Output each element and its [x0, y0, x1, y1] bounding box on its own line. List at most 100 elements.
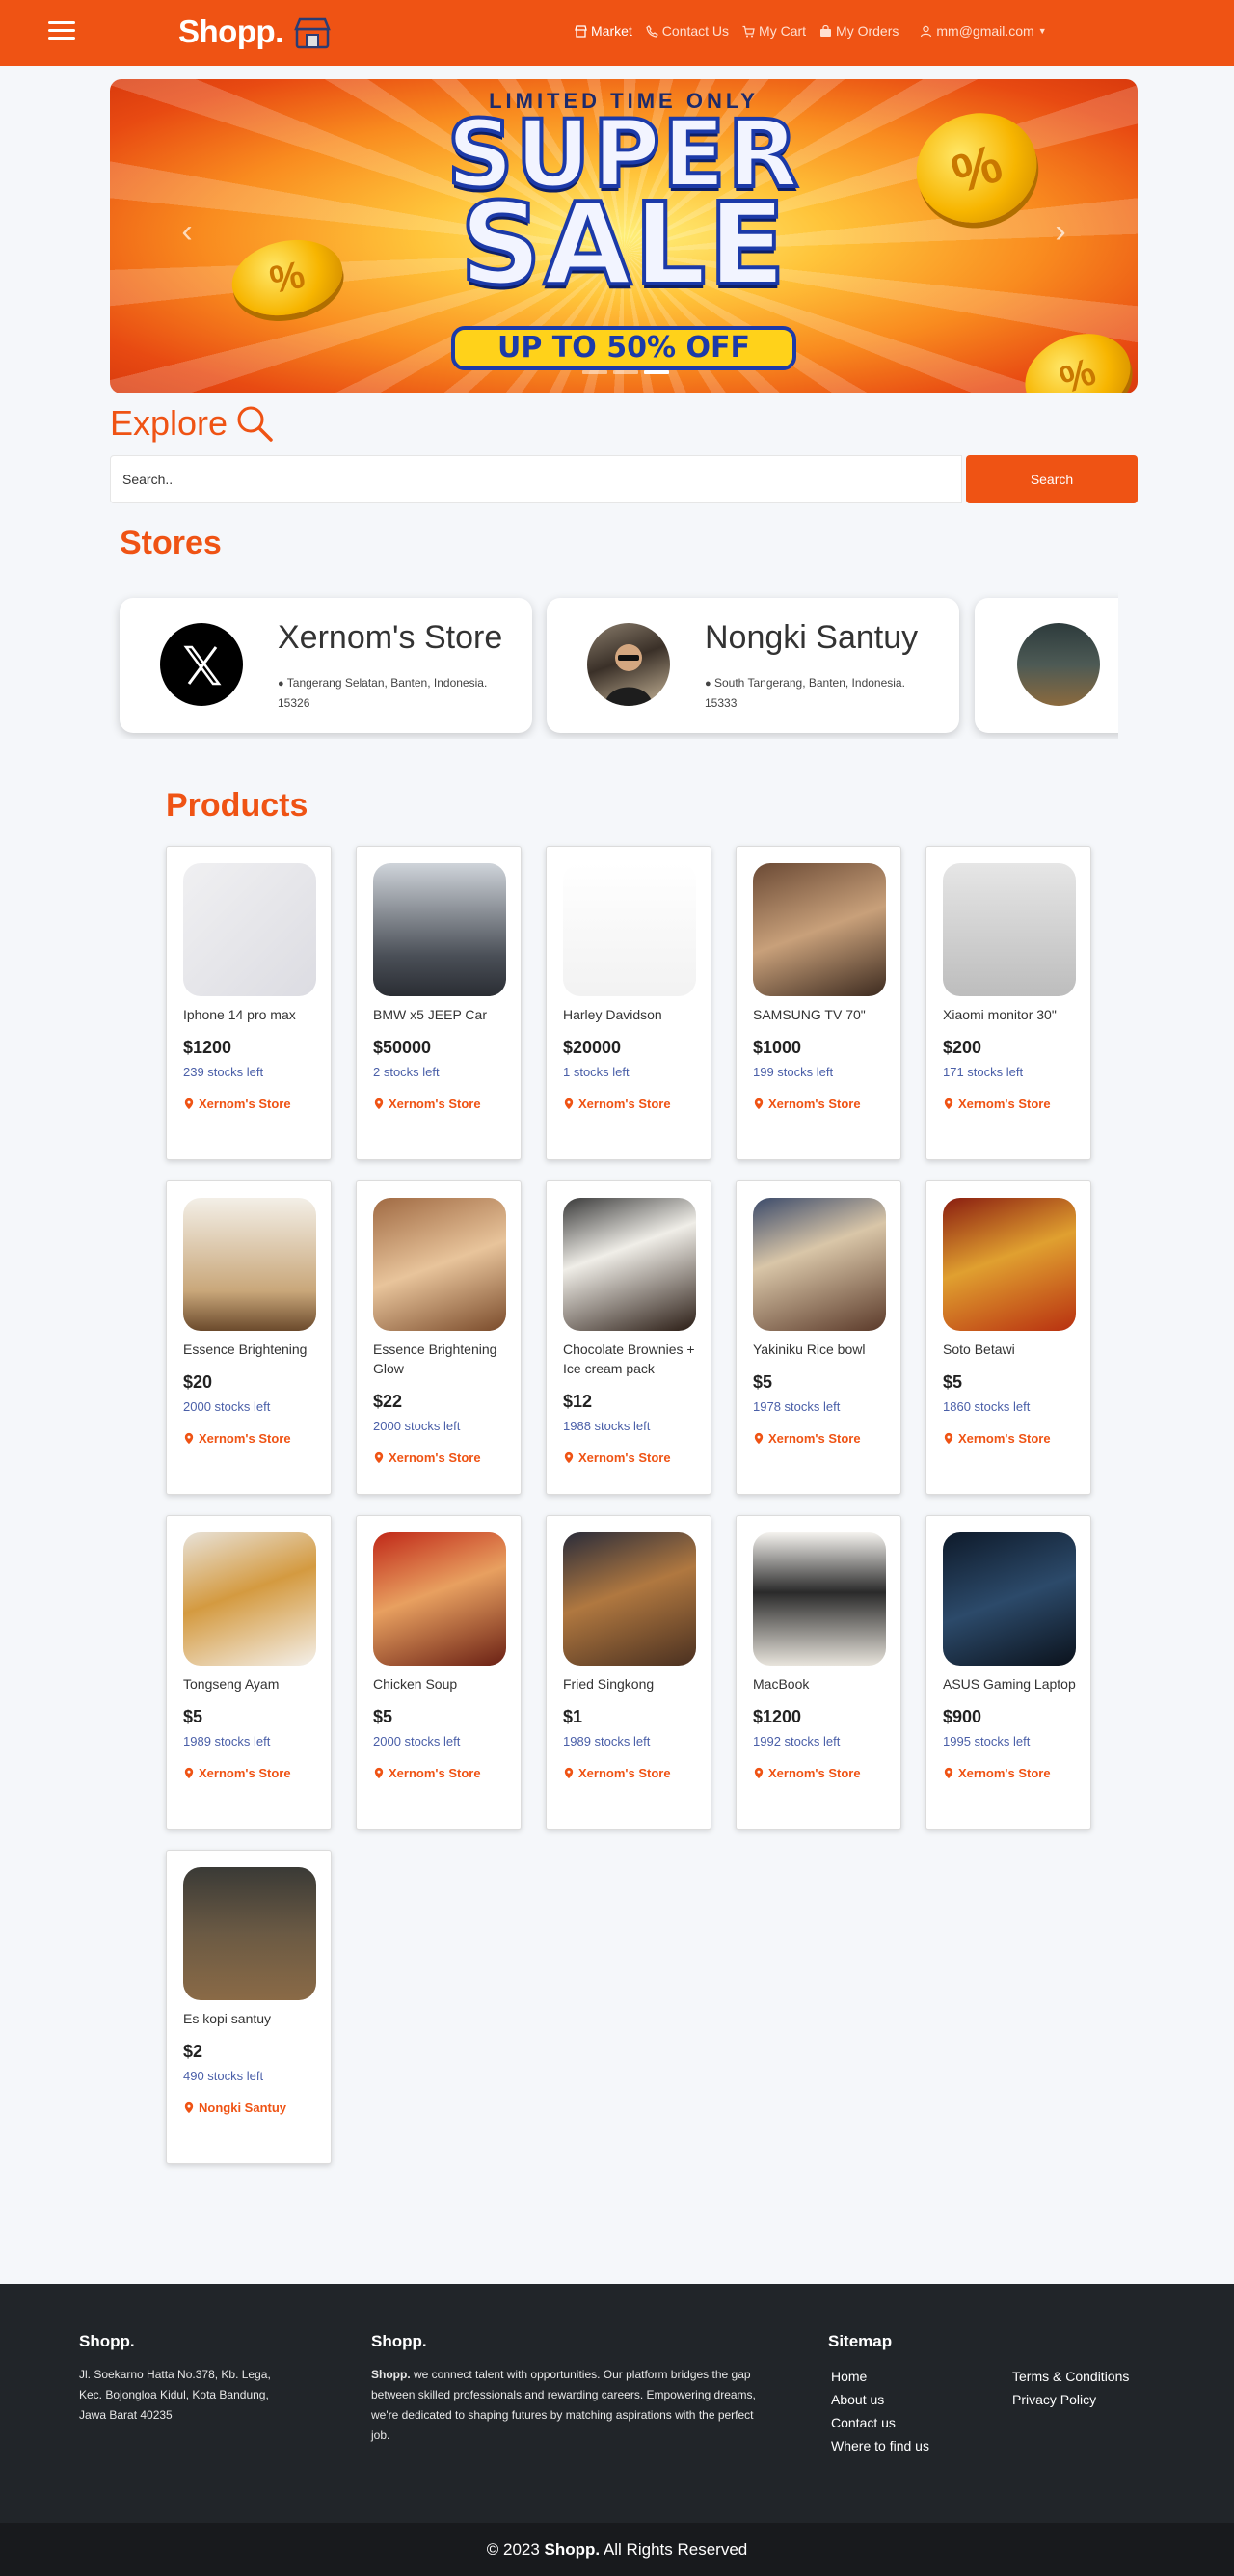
product-price: $12 [563, 1392, 593, 1411]
product-image [753, 1198, 886, 1331]
product-store-link[interactable]: Xernom's Store [373, 1766, 481, 1780]
stores-carousel[interactable]: Xernom's Store ● Tangerang Selatan, Bant… [110, 584, 1118, 739]
product-store-link[interactable]: Xernom's Store [943, 1097, 1051, 1111]
product-store-name: Xernom's Store [389, 1097, 481, 1111]
product-store-link[interactable]: Xernom's Store [563, 1451, 671, 1465]
product-card[interactable]: Iphone 14 pro max $1200 239 stocks left Xer… [166, 846, 332, 1160]
product-image [373, 1532, 506, 1666]
nav-contact-us[interactable]: Contact Us [646, 23, 729, 39]
product-stock: 1995 stocks left [943, 1734, 1031, 1749]
product-price: $22 [373, 1392, 403, 1411]
product-store-name: Xernom's Store [768, 1766, 861, 1780]
product-store-name: Xernom's Store [768, 1097, 861, 1111]
product-stock: 1860 stocks left [943, 1399, 1031, 1414]
product-store-link[interactable]: Xernom's Store [183, 1766, 291, 1780]
product-stock: 490 stocks left [183, 2069, 264, 2083]
footer-link-contact[interactable]: Contact us [831, 2415, 896, 2430]
product-card[interactable]: Tongseng Ayam $5 1989 stocks left Xernom's … [166, 1515, 332, 1830]
carousel-indicator[interactable] [644, 370, 669, 374]
product-store-link[interactable]: Xernom's Store [183, 1097, 291, 1111]
brand-logo[interactable]: Shopp. [178, 14, 283, 50]
store-avatar [160, 623, 243, 706]
search-button[interactable]: Search [966, 455, 1138, 503]
product-stock: 199 stocks left [753, 1065, 834, 1079]
product-store-name: Xernom's Store [199, 1097, 291, 1111]
map-pin-icon [374, 1451, 384, 1464]
footer-link-terms[interactable]: Terms & Conditions [1012, 2369, 1129, 2384]
store-card[interactable] [975, 598, 1118, 733]
x-logo-icon [183, 645, 222, 686]
product-name: Tongseng Ayam [183, 1676, 280, 1692]
footer-link-where[interactable]: Where to find us [831, 2438, 929, 2454]
carousel-next-button[interactable]: › [1046, 215, 1075, 248]
product-card[interactable]: Harley Davidson $20000 1 stocks left Xernom… [546, 846, 711, 1160]
product-store-name: Nongki Santuy [199, 2101, 287, 2115]
product-store-link[interactable]: Xernom's Store [753, 1766, 861, 1780]
product-card[interactable]: Essence Brightening $20 2000 stocks left Xe… [166, 1180, 332, 1495]
product-image [943, 863, 1076, 996]
stores-heading: Stores [120, 525, 222, 561]
product-card[interactable]: Essence Brightening Glow $22 2000 stocks l… [356, 1180, 522, 1495]
product-card[interactable]: Es kopi santuy $2 490 stocks left Nongki Sa… [166, 1850, 332, 2164]
footer-link-home[interactable]: Home [831, 2369, 867, 2384]
carousel-indicator[interactable] [582, 370, 607, 374]
store-card[interactable]: Xernom's Store ● Tangerang Selatan, Bant… [120, 598, 532, 733]
search-input[interactable] [110, 455, 962, 503]
navbar: Shopp. Market Contact Us My Cart My Orde… [0, 0, 1234, 66]
product-card[interactable]: SAMSUNG TV 70" $1000 199 stocks left Xernom… [736, 846, 901, 1160]
footer-link-about[interactable]: About us [831, 2392, 884, 2407]
nav-market[interactable]: Market [575, 23, 632, 39]
nav-user-dropdown[interactable]: mm@gmail.com ▼ [920, 23, 1047, 39]
carousel-prev-button[interactable]: ‹ [173, 215, 201, 248]
product-card[interactable]: MacBook $1200 1992 stocks left Xernom's Sto… [736, 1515, 901, 1830]
product-store-link[interactable]: Xernom's Store [373, 1097, 481, 1111]
map-pin-icon [184, 2101, 194, 2114]
nav-my-orders[interactable]: My Orders [819, 23, 899, 39]
product-price: $1200 [183, 1038, 232, 1057]
product-card[interactable]: Fried Singkong $1 1989 stocks left Xernom's… [546, 1515, 711, 1830]
footer-link-privacy[interactable]: Privacy Policy [1012, 2392, 1096, 2407]
nav-links: Market Contact Us My Cart My Orders mm@g… [575, 23, 1047, 39]
product-store-name: Xernom's Store [958, 1766, 1051, 1780]
product-price: $5 [753, 1372, 773, 1392]
map-pin-icon [754, 1432, 764, 1445]
footer-about-title: Shopp. [371, 2332, 427, 2350]
map-pin-icon [944, 1432, 953, 1445]
nav-user-email: mm@gmail.com [936, 23, 1034, 39]
store-avatar [587, 623, 670, 706]
product-store-link[interactable]: Xernom's Store [753, 1097, 861, 1111]
promo-carousel[interactable]: % % % LIMITED TIME ONLY SUPER SALE UP TO… [110, 79, 1138, 393]
product-stock: 2000 stocks left [373, 1734, 461, 1749]
carousel-indicator[interactable] [613, 370, 638, 374]
product-store-link[interactable]: Xernom's Store [373, 1451, 481, 1465]
product-store-link[interactable]: Xernom's Store [943, 1766, 1051, 1780]
product-card[interactable]: BMW x5 JEEP Car $50000 2 stocks left Xernom… [356, 846, 522, 1160]
sitemap-title: Sitemap [828, 2332, 893, 2350]
product-price: $900 [943, 1707, 982, 1726]
product-store-link[interactable]: Nongki Santuy [183, 2101, 286, 2115]
menu-icon[interactable] [48, 21, 75, 42]
product-price: $20 [183, 1372, 213, 1392]
product-store-link[interactable]: Xernom's Store [753, 1431, 861, 1446]
product-store-link[interactable]: Xernom's Store [183, 1431, 291, 1446]
nav-cart-label: My Cart [759, 23, 807, 39]
product-image [563, 863, 696, 996]
product-store-link[interactable]: Xernom's Store [943, 1431, 1051, 1446]
footer-address: Jl. Soekarno Hatta No.378, Kb. Lega, Kec… [79, 2368, 271, 2422]
copyright-suffix: All Rights Reserved [600, 2540, 748, 2559]
cart-icon [742, 25, 755, 37]
nav-my-cart[interactable]: My Cart [742, 23, 806, 39]
product-card[interactable]: Chicken Soup $5 2000 stocks left Xernom's S… [356, 1515, 522, 1830]
product-card[interactable]: Chocolate Brownies + Ice cream pack $12 19… [546, 1180, 711, 1495]
product-store-name: Xernom's Store [199, 1431, 291, 1446]
product-card[interactable]: Soto Betawi $5 1860 stocks left Xernom's St… [926, 1180, 1091, 1495]
product-card[interactable]: Xiaomi monitor 30" $200 171 stocks left Xer… [926, 846, 1091, 1160]
product-card[interactable]: ASUS Gaming Laptop $900 1995 stocks left Xe… [926, 1515, 1091, 1830]
product-stock: 2 stocks left [373, 1065, 440, 1079]
product-card[interactable]: Yakiniku Rice bowl $5 1978 stocks left Xern… [736, 1180, 901, 1495]
product-store-link[interactable]: Xernom's Store [563, 1097, 671, 1111]
product-store-link[interactable]: Xernom's Store [563, 1766, 671, 1780]
product-stock: 2000 stocks left [373, 1419, 461, 1433]
store-card[interactable]: Nongki Santuy ● South Tangerang, Banten,… [547, 598, 959, 733]
map-pin-icon [184, 1098, 194, 1110]
